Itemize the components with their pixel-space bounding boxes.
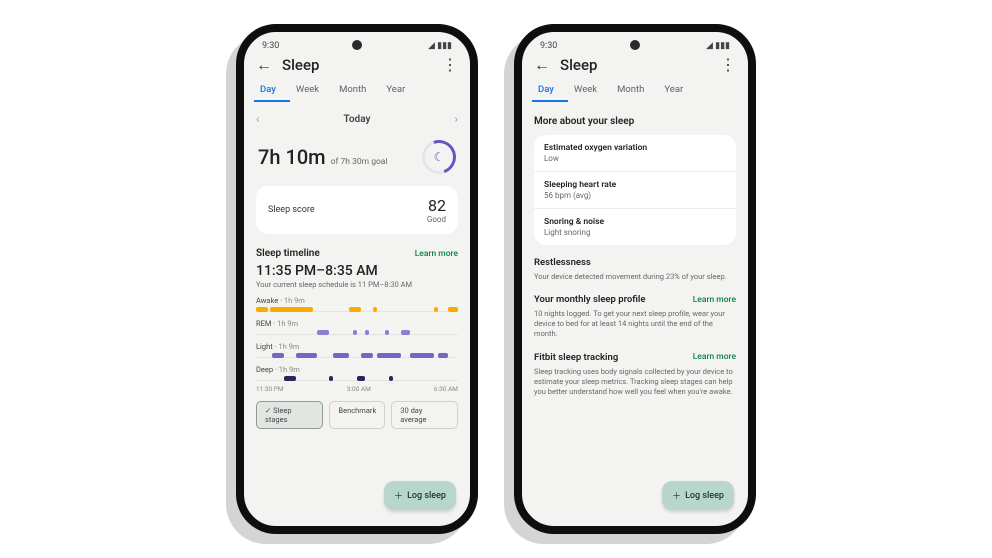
- chip-30-day[interactable]: 30 day average: [391, 401, 458, 429]
- sleep-metrics-panel: Estimated oxygen variation Low Sleeping …: [534, 135, 736, 245]
- back-icon[interactable]: ←: [534, 57, 550, 73]
- chevron-right-icon[interactable]: ›: [454, 112, 458, 126]
- metric-snoring[interactable]: Snoring & noise Light snoring: [534, 209, 736, 245]
- tab-year[interactable]: Year: [658, 78, 697, 102]
- plus-icon: ＋: [672, 489, 681, 502]
- phone-sleep-day: 9:30 ◢ ▮▮▮ ← Sleep ⋮ Day Week Month Year…: [236, 24, 478, 534]
- score-label: Sleep score: [268, 205, 315, 215]
- tab-year[interactable]: Year: [380, 78, 419, 102]
- range-label: Today: [344, 114, 371, 125]
- status-bar: 9:30 ◢ ▮▮▮: [522, 32, 748, 54]
- restlessness-body: Your device detected movement during 23%…: [534, 272, 736, 282]
- stage-light: Light · 1h 9m: [256, 342, 458, 358]
- timeline-title: Sleep timeline: [256, 248, 320, 259]
- metric-oxygen[interactable]: Estimated oxygen variation Low: [534, 135, 736, 172]
- app-bar: ← Sleep ⋮: [522, 54, 748, 78]
- duration-value: 7h 10m: [258, 145, 326, 169]
- status-bar: 9:30 ◢ ▮▮▮: [244, 32, 470, 54]
- tracking-title: Fitbit sleep tracking: [534, 352, 618, 363]
- page-title: Sleep: [282, 56, 432, 74]
- log-sleep-button[interactable]: ＋Log sleep: [662, 481, 734, 510]
- learn-more-link[interactable]: Learn more: [693, 352, 736, 362]
- plus-icon: ＋: [394, 489, 403, 502]
- restlessness-title: Restlessness: [534, 257, 591, 268]
- metric-heart-rate[interactable]: Sleeping heart rate 56 bpm (avg): [534, 172, 736, 209]
- more-icon[interactable]: ⋮: [442, 57, 458, 73]
- more-icon[interactable]: ⋮: [720, 57, 736, 73]
- tab-month[interactable]: Month: [333, 78, 380, 102]
- chevron-left-icon[interactable]: ‹: [256, 112, 260, 126]
- status-icons: ◢ ▮▮▮: [706, 41, 730, 51]
- date-range-picker: ‹ Today ›: [256, 112, 458, 126]
- stage-rem: REM · 1h 9m: [256, 319, 458, 335]
- tab-day[interactable]: Day: [532, 78, 568, 102]
- back-icon[interactable]: ←: [256, 57, 272, 73]
- app-bar: ← Sleep ⋮: [244, 54, 470, 78]
- more-about-title: More about your sleep: [534, 116, 736, 127]
- camera-cutout: [630, 40, 640, 50]
- chip-benchmark[interactable]: Benchmark: [329, 401, 385, 429]
- sleep-score-card[interactable]: Sleep score 82 Good: [256, 186, 458, 234]
- tab-week[interactable]: Week: [568, 78, 611, 102]
- monthly-profile-body: 10 nights logged. To get your next sleep…: [534, 309, 736, 339]
- camera-cutout: [352, 40, 362, 50]
- status-time: 9:30: [262, 41, 279, 51]
- schedule-note: Your current sleep schedule is 11 PM–8:3…: [256, 280, 458, 289]
- tab-week[interactable]: Week: [290, 78, 333, 102]
- log-sleep-button[interactable]: ＋Log sleep: [384, 481, 456, 510]
- range-tabs: Day Week Month Year: [522, 78, 748, 102]
- phone-sleep-more: 9:30 ◢ ▮▮▮ ← Sleep ⋮ Day Week Month Year…: [514, 24, 756, 534]
- chip-sleep-stages[interactable]: ✓ Sleep stages: [256, 401, 323, 429]
- score-value: 82: [427, 196, 446, 215]
- learn-more-link[interactable]: Learn more: [693, 295, 736, 305]
- sleep-gauge: ☾: [416, 134, 461, 179]
- tab-month[interactable]: Month: [611, 78, 658, 102]
- sleep-duration: 7h 10m of 7h 30m goal: [258, 145, 388, 169]
- score-tag: Good: [427, 215, 446, 224]
- moon-icon: ☾: [425, 143, 453, 171]
- stage-awake: Awake · 1h 9m: [256, 296, 458, 312]
- status-time: 9:30: [540, 41, 557, 51]
- tab-day[interactable]: Day: [254, 78, 290, 102]
- range-tabs: Day Week Month Year: [244, 78, 470, 102]
- duration-goal: of 7h 30m goal: [331, 157, 388, 167]
- stage-deep: Deep · 1h 9m: [256, 365, 458, 381]
- status-icons: ◢ ▮▮▮: [428, 41, 452, 51]
- page-title: Sleep: [560, 56, 710, 74]
- learn-more-link[interactable]: Learn more: [415, 249, 458, 259]
- tracking-body: Sleep tracking uses body signals collect…: [534, 367, 736, 397]
- timeline-xaxis: 11:30 PM 3:00 AM 6:30 AM: [256, 385, 458, 393]
- monthly-profile-title: Your monthly sleep profile: [534, 294, 646, 305]
- chip-row: ✓ Sleep stages Benchmark 30 day average: [256, 401, 458, 429]
- sleep-time-range: 11:35 PM–8:35 AM: [256, 263, 458, 279]
